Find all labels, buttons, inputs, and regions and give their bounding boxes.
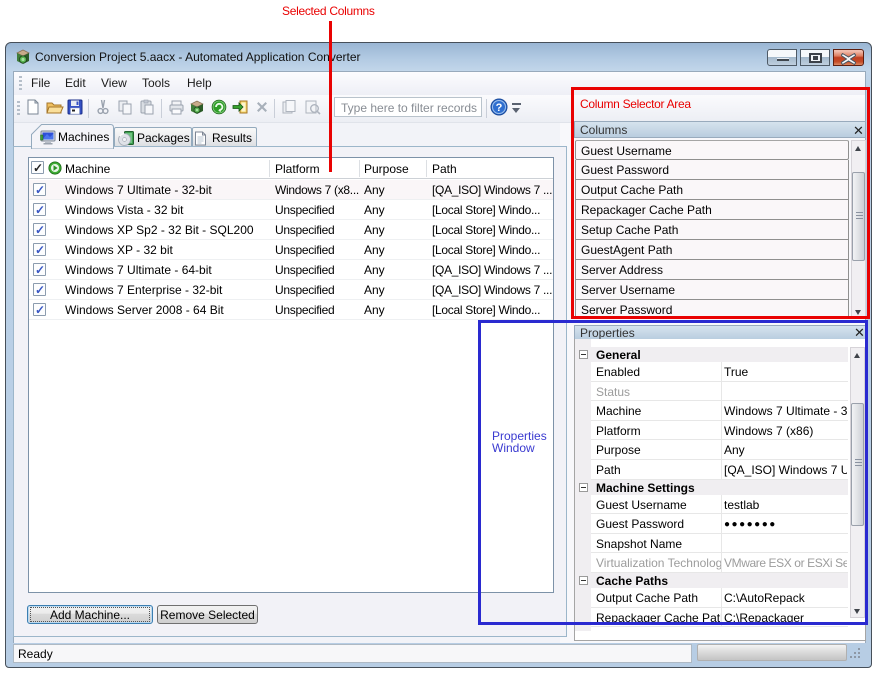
svg-text:?: ? (496, 102, 503, 114)
